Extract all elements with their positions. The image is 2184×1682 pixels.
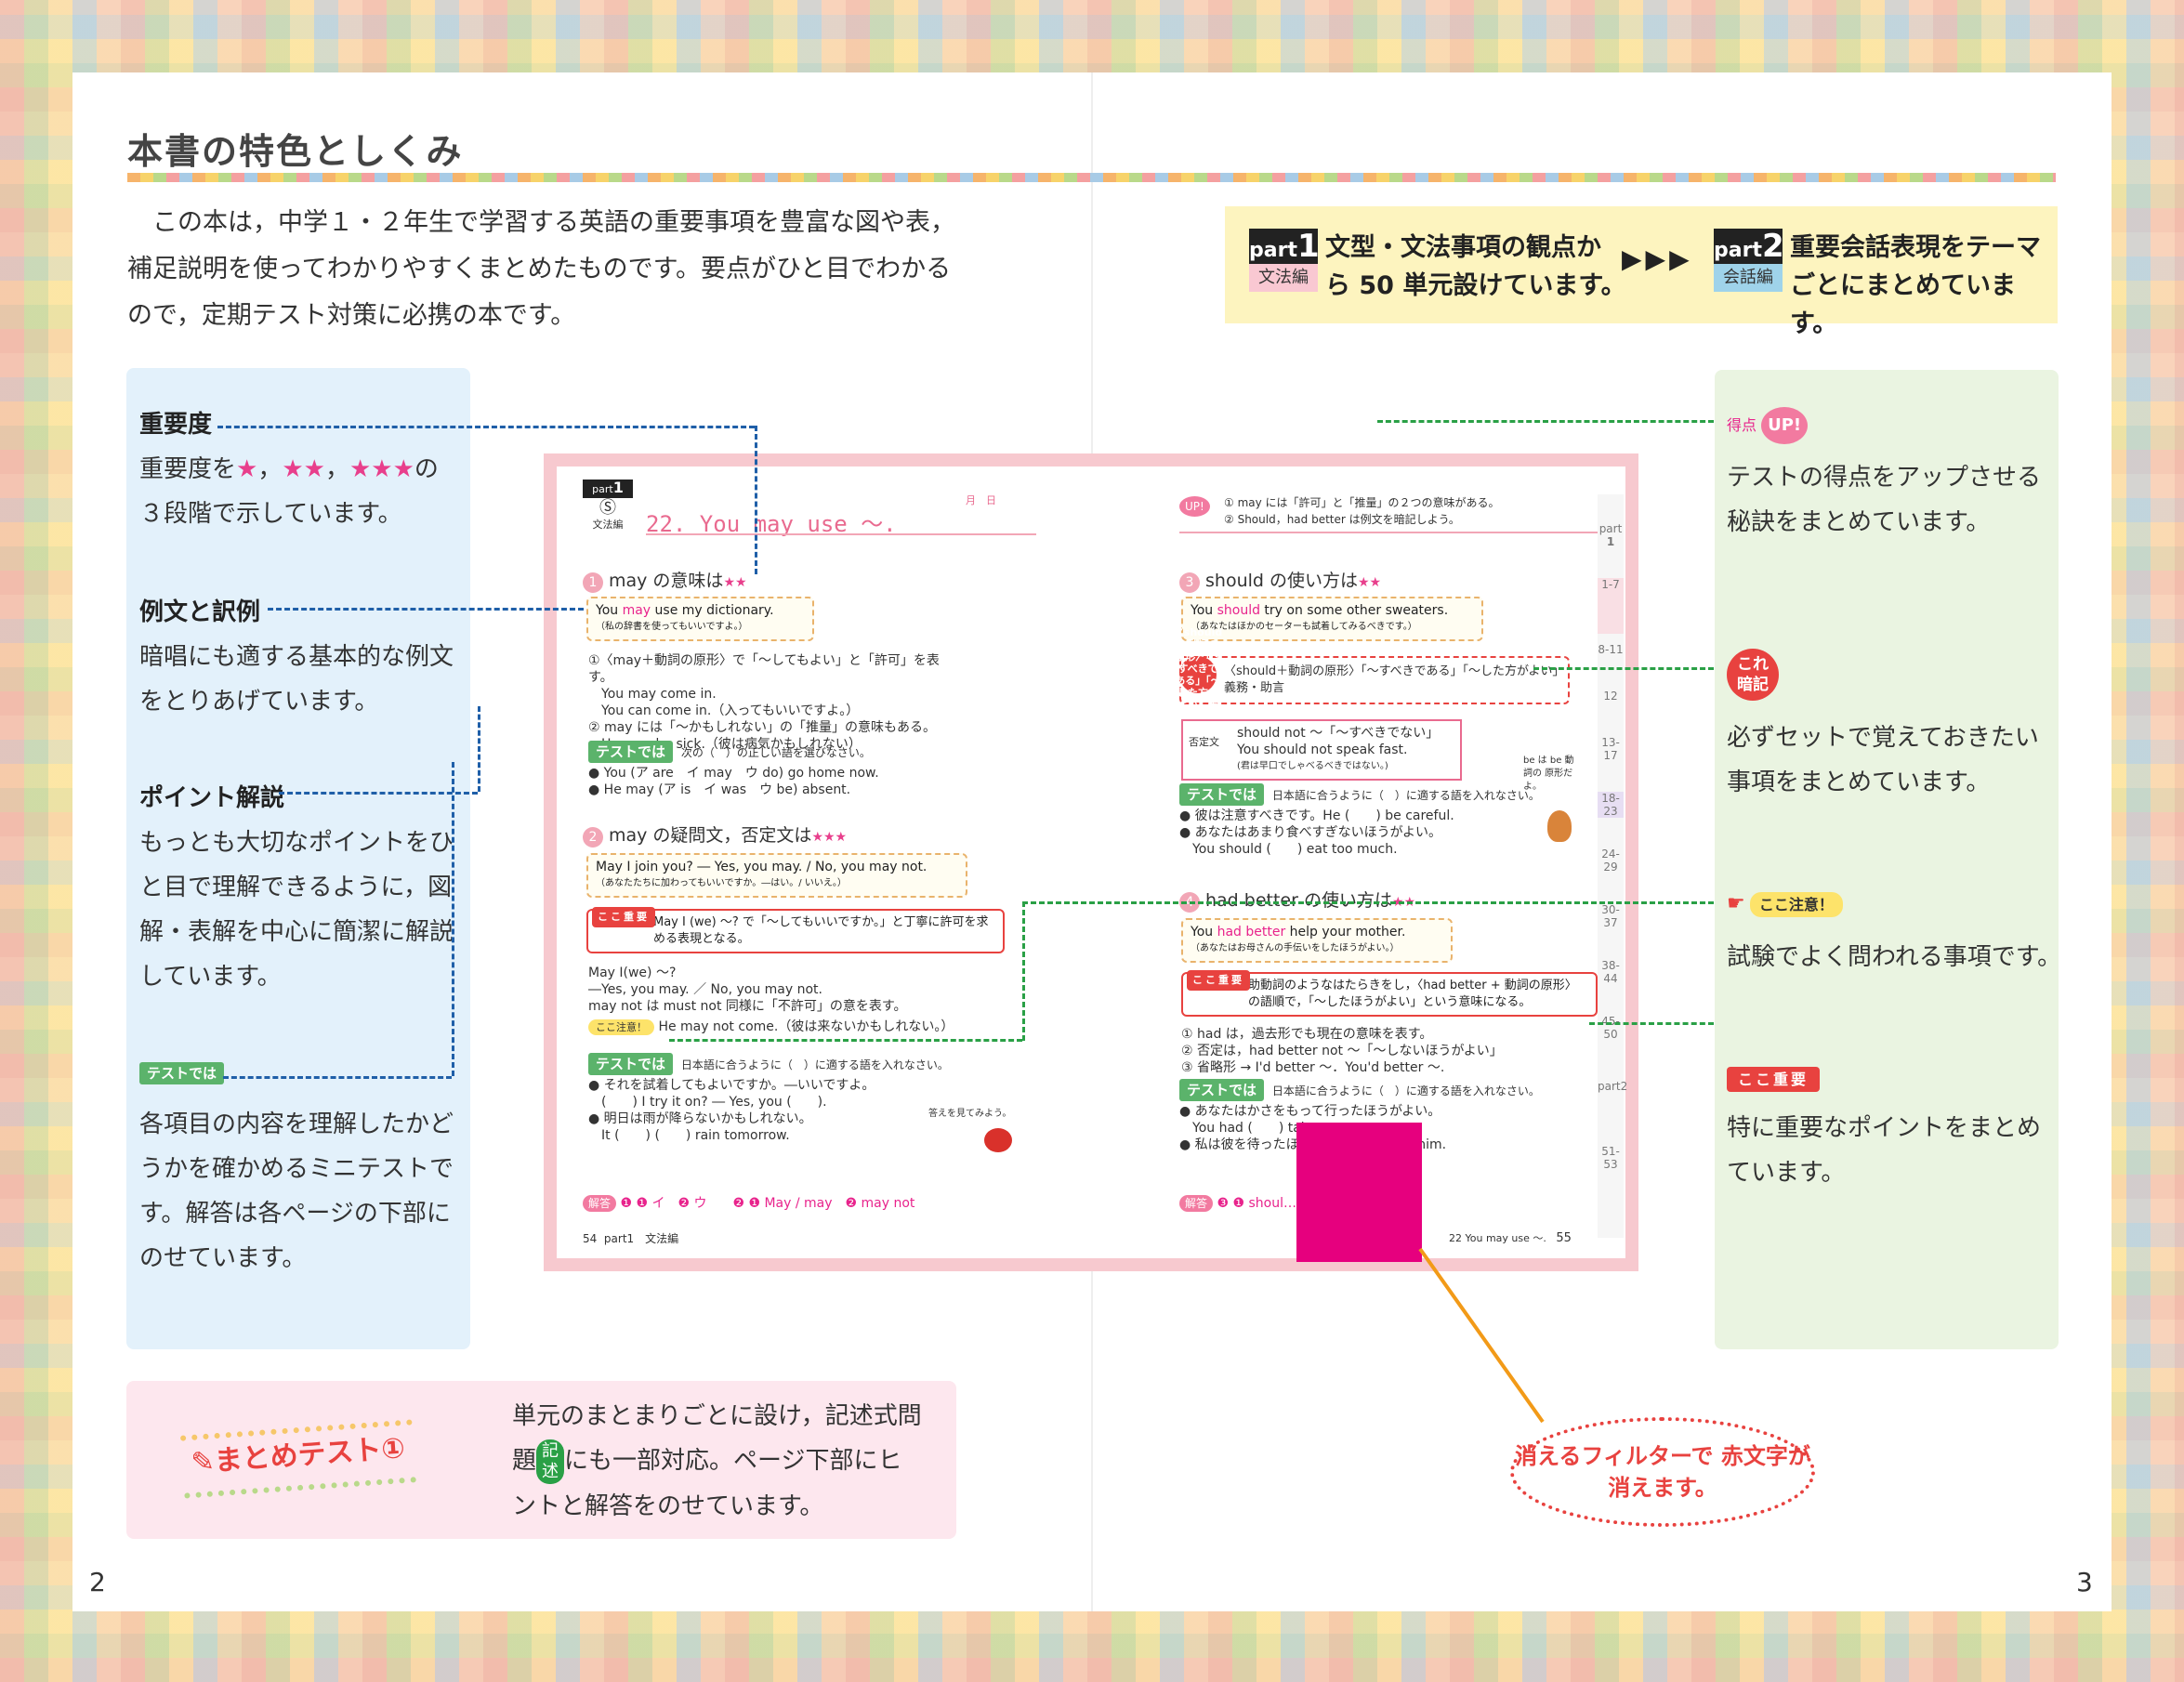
juyo-tag: ここ重要 xyxy=(1727,1067,1821,1092)
sample-spread-inner: part1 Ⓢ 文法編 22. You may use 〜. 月 日 UP! ①… xyxy=(557,466,1627,1258)
connector-point xyxy=(478,706,480,792)
svo-icon: Ⓢ xyxy=(599,498,616,518)
page-number-right: 3 xyxy=(2076,1567,2093,1597)
pencil-icon: ✎ xyxy=(190,1445,217,1480)
koko-juyo-box-1: ここ重要 May I (we) 〜? で「〜してもいいですか。」と丁寧に許可を求… xyxy=(586,907,1005,953)
chui-line: ここ注意！ He may not come.（彼は来ないかもしれない。） xyxy=(588,1018,979,1036)
summary-test-box: ✎まとめテスト① 単元のまとまりごとに設け，記述式問 題記述 にも一部対応。ページ… xyxy=(126,1381,956,1539)
up-icon: UP! xyxy=(1761,407,1809,444)
point-2: May I(we) 〜? ―Yes, you may. ／ No, you may… xyxy=(588,966,907,1014)
example-4: You had better help your mother. （あなたはお母… xyxy=(1181,918,1453,963)
connector-chui xyxy=(1022,901,1714,904)
unit-title-rule xyxy=(646,533,1036,535)
test-section: 各項目の内容を理解したかど うかを確かめるミニテストで す。解答は各ページの下部… xyxy=(139,1110,454,1272)
ladybug-icon xyxy=(984,1128,1012,1152)
summary-badge: ✎まとめテスト① xyxy=(179,1419,417,1499)
connector-juyo xyxy=(1589,1022,1714,1025)
kore-desc: 必ずセットで覚えておきたい 事項をまとめています。 xyxy=(1727,724,2039,796)
up-desc: テストの得点をアップさせる 秘訣をまとめています。 xyxy=(1727,464,2042,536)
answer-left: 解答 ❶ ❶ イ ❷ ウ ❷ ❶ May / may ❷ may not xyxy=(583,1195,914,1212)
red-filter-overlay xyxy=(1296,1123,1422,1262)
chui-tag: ☛ ここ注意！ xyxy=(1727,892,1843,917)
part2-badge: part2 会話編 xyxy=(1714,229,1784,292)
point-4: ① had は，過去形でも現在の意味を表す。 ② 否定は，had better n… xyxy=(1181,1027,1503,1075)
importance-heading: 重要度 xyxy=(139,411,213,439)
test-tag: テストでは xyxy=(139,1062,225,1084)
sample-spread: part1 Ⓢ 文法編 22. You may use 〜. 月 日 UP! ①… xyxy=(544,453,1638,1271)
connector-importance xyxy=(217,426,755,428)
example-3: You should try on some other sweaters. （… xyxy=(1181,597,1483,641)
part1-badge: part1 文法編 xyxy=(1249,229,1320,292)
connector-kore xyxy=(1533,667,1714,670)
example-2: May I join you? ― Yes, you may. / No, yo… xyxy=(586,853,967,898)
section-1-title: 1 may の意味は★★ xyxy=(583,567,747,593)
test-3: テストでは 日本語に合うように（ ）に適する語を入れなさい。 ● 彼は注意すべき… xyxy=(1179,783,1570,858)
chui-desc: 試験でよく問われる事項です。 xyxy=(1727,943,2062,971)
test-2: テストでは 日本語に合うように（ ）に適する語を入れなさい。 ● それを試着して… xyxy=(588,1053,960,1144)
book-up-tag: UP! xyxy=(1179,496,1210,517)
side-tab-part1: part 1 xyxy=(1599,522,1623,548)
connector-test xyxy=(223,1076,452,1079)
squirrel-icon xyxy=(1547,810,1572,842)
part2-desc: 重要会話表現をテーマ ごとにまとめています。 xyxy=(1790,233,2041,338)
pointing-hand-icon: ☛ xyxy=(1727,892,1745,915)
page-number-left: 2 xyxy=(89,1567,106,1597)
section-3-title: 3 should の使い方は★★ xyxy=(1179,567,1381,593)
point-heading: ポイント解説 xyxy=(139,784,285,812)
test-1: テストでは 次の（ ）の正しい語を選びなさい。 ● You (ア are イ m… xyxy=(588,741,941,798)
side-index: part 1 1-7 8-11 12 13-17 18-23 24-29 30-3… xyxy=(1598,494,1627,1238)
connector-up xyxy=(1377,420,1714,423)
summary-desc: 単元のまとまりごとに設け，記述式問 題記述 にも一部対応。ページ下部にヒ ントと解… xyxy=(512,1402,922,1520)
section-4-title: 4 had better の使い方は★★ xyxy=(1179,887,1415,913)
part1-desc: 文型・文法事項の観点から 50 単元設けています。 xyxy=(1325,233,1626,300)
kore-box: 〈should＋動詞の原形〉「〜すべきである」「〜した方がよい」義務・助言 〈s… xyxy=(1174,626,1570,723)
connector-examples xyxy=(268,608,584,611)
book-part-badge: part1 Ⓢ 文法編 xyxy=(583,480,633,533)
example-1: You may use my dictionary. （私の辞書を使ってもいいで… xyxy=(586,597,814,641)
negative-box: 否定文 should not 〜「〜すべきでない」 You should not … xyxy=(1181,719,1462,781)
koko-juyo-box-2: ここ重要 助動詞のようなはたらきをし，〈had better + 動詞の原形〉の… xyxy=(1181,970,1598,1017)
star-icon: ★★★ xyxy=(349,455,414,483)
star-icon: ★ xyxy=(236,455,258,483)
kijutsu-icon: 記述 xyxy=(536,1439,565,1484)
intro-text: この本は，中学１・２年生で学習する英語の重要事項を豊富な図や表，補足説明を使って… xyxy=(127,208,955,330)
examples-section: 例文と訳例 暗唱にも適する基本的な例文 をとりあげています。 xyxy=(139,593,465,724)
page-title: 本書の特色としくみ xyxy=(127,131,464,172)
filter-pointer-line xyxy=(1418,1247,1545,1424)
juyo-desc: 特に重要なポイントをまとめ ています。 xyxy=(1727,1114,2042,1187)
title-rule xyxy=(127,173,2056,182)
arrow-icons: ▶▶▶ xyxy=(1622,243,1693,274)
kore-anki-icon: これ 暗記 xyxy=(1727,649,1779,701)
importance-body: 重要度を★，★★，★★★の xyxy=(139,455,439,483)
star-icon: ★★ xyxy=(282,455,325,483)
section-2-title: 2 may の疑問文，否定文は★★★ xyxy=(583,821,847,848)
filter-note: 消えるフィルターで 赤文字が消えます。 xyxy=(1510,1417,1815,1527)
up-tag: 得点 UP! xyxy=(1727,407,1809,444)
point-1: ①〈may＋動詞の原形〉で「〜してもよい」と「許可」を表す。 You may co… xyxy=(588,653,940,752)
point-section: ポイント解説 もっとも大切なポイントをひ と目で理解できるように，図 解・表解を… xyxy=(139,779,465,999)
